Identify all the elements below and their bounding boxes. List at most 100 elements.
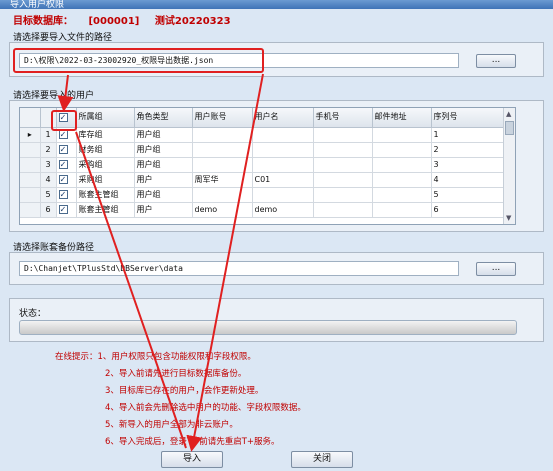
table-row[interactable]: ▸ 1 ✓ 库存组 用户组 1: [20, 127, 506, 143]
cell-account: [192, 187, 253, 203]
tip-item: 6、导入完成后，登录T+前请先重启T+服务。: [105, 437, 280, 447]
cell-role: 用户组: [134, 187, 193, 203]
row-number: 5: [40, 187, 57, 203]
cell-serial: 4: [431, 172, 506, 188]
table-row[interactable]: 5 ✓ 账套主管组 用户组 5: [20, 187, 506, 203]
tips-heading: 在线提示：: [55, 352, 98, 362]
tip-item: 3、目标库已存在的用户，会作更新处理。: [105, 386, 264, 396]
table-row[interactable]: 6 ✓ 账套主管组 用户 demo demo 6: [20, 202, 506, 218]
row-indicator: [20, 202, 41, 218]
window-title: 导入用户权限: [10, 0, 65, 10]
cell-phone: [313, 202, 373, 218]
row-checkbox-cell[interactable]: ✓: [56, 172, 77, 188]
cell-account: demo: [192, 202, 253, 218]
cell-serial: 2: [431, 142, 506, 158]
column-header-account[interactable]: 用户账号: [192, 108, 253, 128]
row-number: 6: [40, 202, 57, 218]
column-header-email[interactable]: 邮件地址: [372, 108, 432, 128]
row-header-corner: [20, 108, 41, 128]
row-indicator: [20, 157, 41, 173]
users-grid[interactable]: ✓ 所属组 角色类型 用户账号 用户名 手机号 邮件地址 序列号 ▸ 1 ✓ 库…: [19, 107, 516, 225]
cell-role: 用户组: [134, 157, 193, 173]
cell-account: [192, 157, 253, 173]
cell-phone: [313, 187, 373, 203]
column-header-role[interactable]: 角色类型: [134, 108, 193, 128]
cell-serial: 5: [431, 187, 506, 203]
row-indicator: [20, 187, 41, 203]
cell-group: 库存组: [76, 127, 135, 143]
cell-group: 账套主管组: [76, 187, 135, 203]
cell-role: 用户: [134, 202, 193, 218]
cell-role: 用户组: [134, 142, 193, 158]
cell-group: 账套主管组: [76, 202, 135, 218]
table-row[interactable]: 4 ✓ 采购组 用户 周军华 C01 4: [20, 172, 506, 188]
row-number: 3: [40, 157, 57, 173]
cell-email: [372, 202, 432, 218]
cell-username: [252, 187, 314, 203]
row-checkbox[interactable]: ✓: [58, 205, 68, 214]
row-checkbox-cell[interactable]: ✓: [56, 187, 77, 203]
scroll-down-icon[interactable]: ▼: [506, 214, 511, 222]
row-checkbox-cell[interactable]: ✓: [56, 142, 77, 158]
cell-serial: 6: [431, 202, 506, 218]
row-checkbox-cell[interactable]: ✓: [56, 202, 77, 218]
cell-username: [252, 127, 314, 143]
cell-username: [252, 157, 314, 173]
row-indicator: [20, 142, 41, 158]
row-checkbox[interactable]: ✓: [58, 190, 68, 199]
grid-vertical-scrollbar[interactable]: ▲ ▼: [503, 108, 515, 224]
cell-username: C01: [252, 172, 314, 188]
row-checkbox-cell[interactable]: ✓: [56, 157, 77, 173]
table-row[interactable]: 2 ✓ 财务组 用户组 2: [20, 142, 506, 158]
cell-group: 采购组: [76, 172, 135, 188]
table-row[interactable]: 3 ✓ 采购组 用户组 3: [20, 157, 506, 173]
tip-item: 5、新导入的用户全部为非云账户。: [105, 420, 238, 430]
users-grid-header: ✓ 所属组 角色类型 用户账号 用户名 手机号 邮件地址 序列号: [20, 108, 506, 128]
cell-phone: [313, 127, 373, 143]
target-db-label: 目标数据库：: [13, 16, 73, 27]
cell-role: 用户组: [134, 127, 193, 143]
row-number: 2: [40, 142, 57, 158]
row-checkbox[interactable]: ✓: [58, 160, 68, 169]
cell-group: 财务组: [76, 142, 135, 158]
cell-email: [372, 142, 432, 158]
cell-account: [192, 127, 253, 143]
cell-phone: [313, 142, 373, 158]
import-button[interactable]: 导入: [161, 451, 223, 468]
column-header-group[interactable]: 所属组: [76, 108, 135, 128]
row-checkbox[interactable]: ✓: [58, 145, 68, 154]
row-number: 4: [40, 172, 57, 188]
cell-serial: 3: [431, 157, 506, 173]
status-progress-bar: [19, 320, 517, 335]
cell-email: [372, 172, 432, 188]
row-indicator: [20, 172, 41, 188]
current-row-indicator: ▸: [20, 127, 41, 143]
column-header-serial[interactable]: 序列号: [431, 108, 506, 128]
cell-serial: 1: [431, 127, 506, 143]
backup-browse-button[interactable]: ...: [476, 262, 516, 276]
close-button[interactable]: 关闭: [291, 451, 353, 468]
cell-username: [252, 142, 314, 158]
target-db-info: 目标数据库： [000001] 测试20220323: [13, 12, 243, 27]
column-header-username[interactable]: 用户名: [252, 108, 314, 128]
cell-phone: [313, 172, 373, 188]
highlight-box-file-path: [13, 48, 264, 73]
scroll-thumb[interactable]: [505, 121, 514, 135]
column-header-phone[interactable]: 手机号: [313, 108, 373, 128]
target-db-name: 测试20220323: [154, 16, 231, 27]
cell-account: [192, 142, 253, 158]
backup-path-input[interactable]: D:\Chanjet\TPlusStd\DBServer\data: [19, 261, 459, 276]
tip-item: 1、用户权限只包含功能权限和字段权限。: [97, 352, 256, 362]
cell-email: [372, 187, 432, 203]
scroll-up-icon[interactable]: ▲: [506, 110, 511, 118]
row-checkbox[interactable]: ✓: [58, 175, 68, 184]
row-checkbox[interactable]: ✓: [58, 130, 68, 139]
cell-email: [372, 127, 432, 143]
cell-username: demo: [252, 202, 314, 218]
status-label: 状态：: [19, 309, 47, 319]
tip-item: 2、导入前请先进行目标数据库备份。: [105, 369, 247, 379]
cell-group: 采购组: [76, 157, 135, 173]
import-file-browse-button[interactable]: ...: [476, 54, 516, 68]
cell-role: 用户: [134, 172, 193, 188]
tip-item: 4、导入前会先删除选中用户的功能、字段权限数据。: [105, 403, 306, 413]
